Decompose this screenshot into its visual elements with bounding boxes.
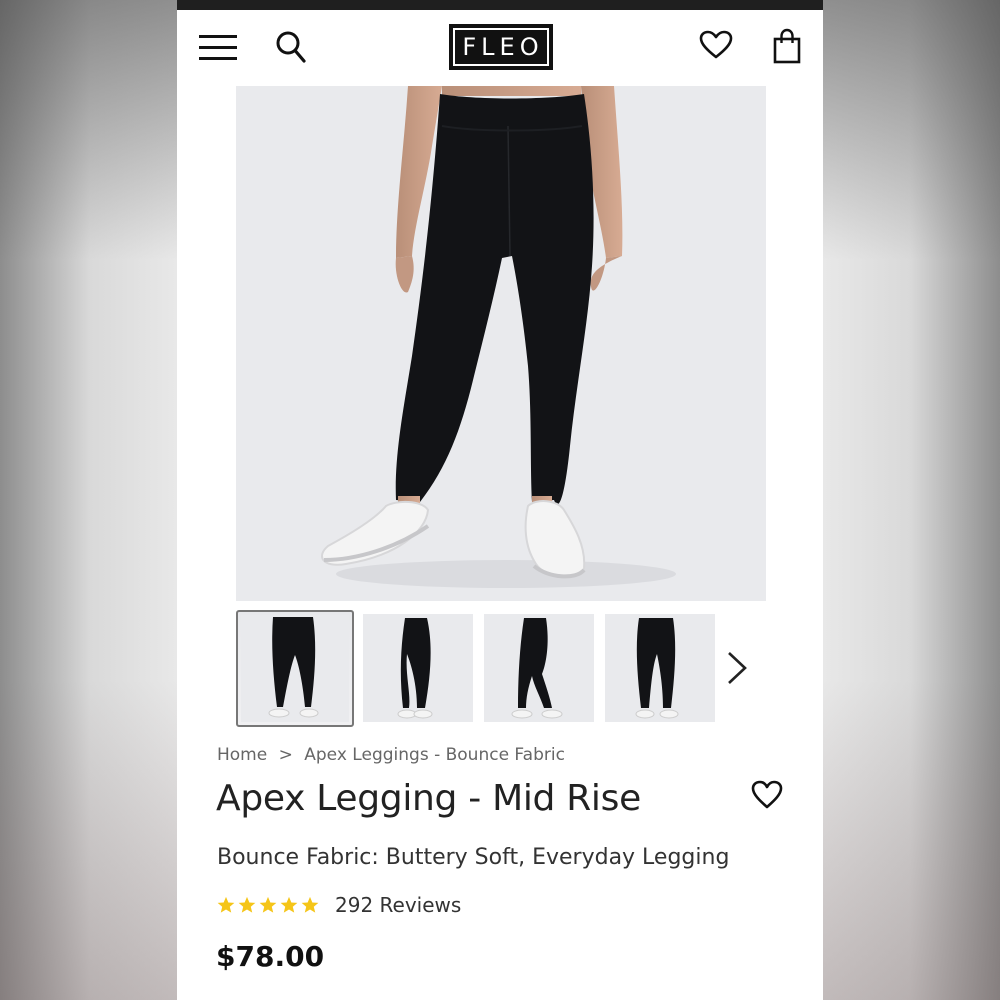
breadcrumb-home[interactable]: Home — [217, 745, 267, 765]
site-header: FLEO — [177, 10, 823, 85]
model-photo — [236, 86, 766, 601]
shopping-bag-icon[interactable] — [773, 28, 801, 64]
thumbnail-front[interactable] — [236, 610, 354, 727]
thumbnail-image — [363, 614, 473, 722]
thumbnail-strip — [236, 610, 766, 728]
product-main-image[interactable] — [236, 86, 766, 601]
heart-icon[interactable] — [751, 780, 783, 810]
hamburger-menu-icon[interactable] — [199, 32, 237, 64]
product-rating[interactable]: 292 Reviews — [217, 892, 461, 918]
thumbnail-side-2[interactable] — [484, 614, 594, 722]
thumbnail-image — [605, 614, 715, 722]
phone-screen: FLEO Home > Apex Leggings - Bounce Fabri… — [177, 0, 823, 1000]
heart-icon[interactable] — [699, 30, 733, 60]
thumbnail-back[interactable] — [605, 614, 715, 722]
brand-logo[interactable]: FLEO — [449, 24, 553, 70]
star-icon — [217, 896, 235, 913]
star-icon — [301, 896, 319, 913]
search-icon[interactable] — [275, 30, 307, 64]
thumbnail-image — [484, 614, 594, 722]
reviews-count[interactable]: 292 Reviews — [335, 893, 461, 917]
breadcrumb-category[interactable]: Apex Leggings - Bounce Fabric — [304, 745, 565, 765]
star-icon — [280, 896, 298, 913]
thumbnail-side[interactable] — [363, 614, 473, 722]
star-icon — [238, 896, 256, 913]
chevron-right-icon[interactable] — [725, 650, 749, 686]
product-title: Apex Legging - Mid Rise — [216, 778, 641, 819]
product-price: $78.00 — [216, 940, 325, 973]
breadcrumb: Home > Apex Leggings - Bounce Fabric — [217, 745, 571, 765]
status-bar — [177, 0, 823, 10]
thumbnail-image — [241, 615, 349, 722]
product-subtitle: Bounce Fabric: Buttery Soft, Everyday Le… — [217, 845, 730, 870]
breadcrumb-separator: > — [278, 745, 293, 765]
star-icon — [259, 896, 277, 913]
star-rating — [217, 896, 319, 914]
